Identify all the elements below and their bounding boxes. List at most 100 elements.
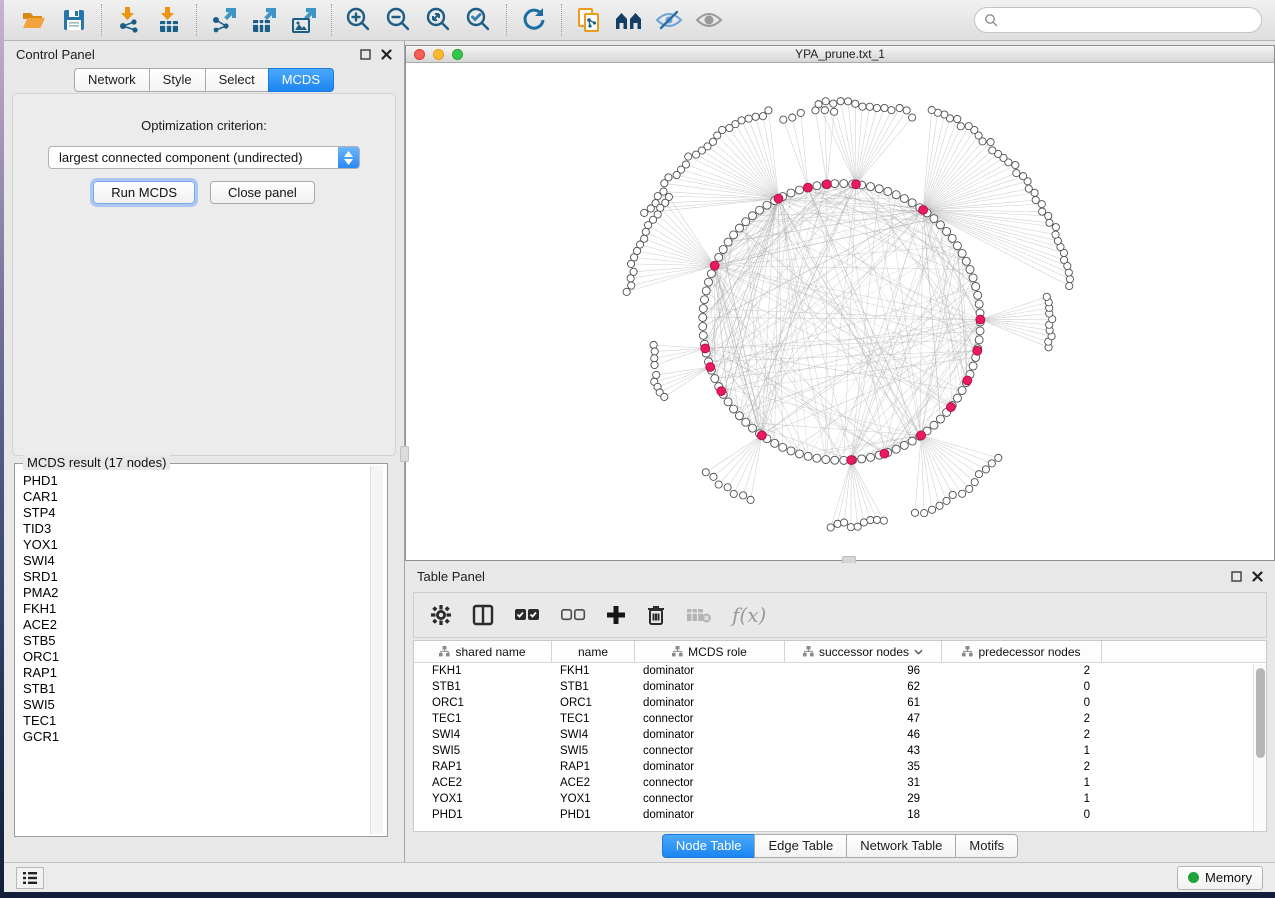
result-node-item[interactable]: STP4 (23, 505, 387, 521)
network-node[interactable] (795, 186, 803, 194)
result-node-item[interactable]: PMA2 (23, 585, 387, 601)
network-node[interactable] (867, 453, 875, 461)
network-node[interactable] (724, 238, 732, 246)
network-node[interactable] (763, 201, 771, 209)
network-node[interactable] (699, 305, 707, 313)
add-column-icon[interactable] (606, 605, 626, 625)
table-row[interactable]: ACE2ACE2connector311 (414, 775, 1266, 791)
network-leaf-node[interactable] (1032, 196, 1039, 203)
network-leaf-node[interactable] (971, 479, 978, 486)
table-row[interactable]: FKH1FKH1dominator962 (414, 663, 1266, 679)
network-node[interactable] (975, 300, 983, 308)
network-leaf-node[interactable] (759, 113, 766, 120)
network-node[interactable] (867, 183, 875, 191)
network-node[interactable] (958, 249, 966, 257)
network-leaf-node[interactable] (995, 454, 1002, 461)
network-leaf-node[interactable] (959, 490, 966, 497)
network-leaf-node[interactable] (1066, 276, 1073, 283)
result-node-item[interactable]: YOX1 (23, 537, 387, 553)
network-leaf-node[interactable] (1052, 231, 1059, 238)
network-leaf-node[interactable] (831, 108, 838, 115)
table-row[interactable]: YOX1YOX1connector291 (414, 791, 1266, 807)
mcds-result-list[interactable]: PHD1CAR1STP4TID3YOX1SWI4SRD1PMA2FKH1ACE2… (15, 464, 387, 745)
network-leaf-node[interactable] (1025, 185, 1032, 192)
network-node[interactable] (936, 221, 944, 229)
network-leaf-node[interactable] (654, 193, 661, 200)
column-header-MCDS-role[interactable]: MCDS role (635, 641, 785, 662)
network-canvas[interactable] (406, 63, 1274, 560)
network-node[interactable] (943, 227, 951, 235)
network-node[interactable] (771, 439, 779, 447)
search-input[interactable] (1004, 13, 1261, 27)
table-row[interactable]: ORC1ORC1dominator610 (414, 695, 1266, 711)
network-node[interactable] (958, 387, 966, 395)
export-image-icon[interactable] (284, 2, 324, 38)
network-leaf-node[interactable] (1020, 173, 1027, 180)
network-leaf-node[interactable] (841, 519, 848, 526)
network-node[interactable] (804, 452, 812, 460)
network-node[interactable] (936, 415, 944, 423)
column-header-predecessor-nodes[interactable]: predecessor nodes (942, 641, 1102, 662)
tab-edge-table[interactable]: Edge Table (754, 834, 847, 858)
show-columns-icon[interactable] (472, 604, 494, 626)
mcds-hub-node[interactable] (963, 376, 972, 385)
network-leaf-node[interactable] (726, 124, 733, 131)
optimization-criterion-select[interactable]: largest connected component (undirected) (48, 146, 360, 169)
table-settings-gear-icon[interactable] (430, 604, 452, 626)
network-node[interactable] (969, 362, 977, 370)
network-leaf-node[interactable] (651, 348, 658, 355)
mcds-hub-node[interactable] (917, 431, 926, 440)
network-node[interactable] (730, 231, 738, 239)
network-node[interactable] (699, 313, 707, 321)
network-node[interactable] (756, 206, 764, 214)
network-leaf-node[interactable] (1013, 170, 1020, 177)
network-leaf-node[interactable] (747, 496, 754, 503)
zoom-fit-icon[interactable] (419, 2, 459, 38)
network-leaf-node[interactable] (943, 497, 950, 504)
network-node[interactable] (953, 242, 961, 250)
import-table-icon[interactable] (149, 2, 189, 38)
result-node-item[interactable]: CAR1 (23, 489, 387, 505)
network-leaf-node[interactable] (740, 492, 747, 499)
network-leaf-node[interactable] (888, 107, 895, 114)
mcds-hub-node[interactable] (774, 194, 783, 203)
network-leaf-node[interactable] (873, 104, 880, 111)
network-leaf-node[interactable] (627, 275, 634, 282)
mcds-hub-node[interactable] (847, 456, 856, 465)
network-node[interactable] (699, 322, 707, 330)
network-leaf-node[interactable] (623, 288, 630, 295)
network-leaf-node[interactable] (645, 222, 652, 229)
network-node[interactable] (900, 441, 908, 449)
network-node[interactable] (892, 445, 900, 453)
export-network-icon[interactable] (204, 2, 244, 38)
network-node[interactable] (930, 421, 938, 429)
first-neighbors-icon[interactable] (609, 2, 649, 38)
tab-network[interactable]: Network (74, 68, 150, 92)
network-leaf-node[interactable] (702, 469, 709, 476)
zoom-selected-icon[interactable] (459, 2, 499, 38)
network-leaf-node[interactable] (780, 116, 787, 123)
network-leaf-node[interactable] (642, 228, 649, 235)
result-node-item[interactable]: TID3 (23, 521, 387, 537)
network-node[interactable] (966, 266, 974, 274)
network-leaf-node[interactable] (1046, 219, 1053, 226)
network-leaf-node[interactable] (954, 115, 961, 122)
network-leaf-node[interactable] (730, 490, 737, 497)
table-row[interactable]: SWI4SWI4dominator462 (414, 727, 1266, 743)
network-leaf-node[interactable] (627, 260, 634, 267)
network-leaf-node[interactable] (821, 107, 828, 114)
network-leaf-node[interactable] (866, 103, 873, 110)
network-node[interactable] (715, 253, 723, 261)
network-node[interactable] (840, 180, 848, 188)
network-node[interactable] (705, 278, 713, 286)
network-leaf-node[interactable] (815, 101, 822, 108)
show-all-icon[interactable] (689, 2, 729, 38)
network-leaf-node[interactable] (852, 100, 859, 107)
network-leaf-node[interactable] (651, 355, 658, 362)
network-leaf-node[interactable] (844, 98, 851, 105)
delete-column-icon[interactable] (646, 604, 666, 626)
network-leaf-node[interactable] (928, 106, 935, 113)
network-leaf-node[interactable] (1052, 224, 1059, 231)
network-node[interactable] (707, 270, 715, 278)
network-leaf-node[interactable] (628, 282, 635, 289)
